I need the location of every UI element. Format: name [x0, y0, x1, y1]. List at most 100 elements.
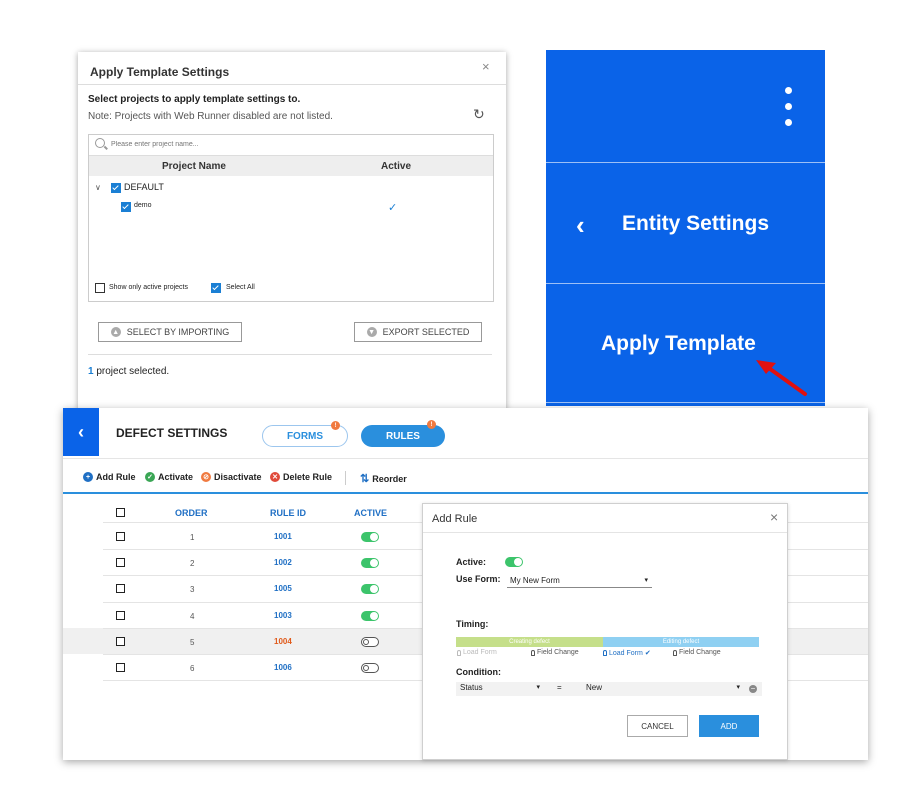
row-checkbox[interactable] [116, 637, 125, 646]
row-rule-id[interactable]: 1001 [274, 532, 292, 541]
chevron-down-icon[interactable]: ∨ [95, 183, 101, 192]
project-search-input[interactable] [111, 138, 481, 151]
tab-forms-label: FORMS [286, 430, 324, 442]
menu-item-apply-template[interactable]: Apply Template [601, 332, 756, 356]
plus-icon: + [83, 472, 93, 482]
dialog-note: Note: Projects with Web Runner disabled … [88, 111, 333, 122]
creating-defect-segment: Creating defect [456, 637, 603, 647]
row-rule-id[interactable]: 1006 [274, 663, 292, 672]
more-options-dot [785, 119, 792, 126]
delete-rule-label: Delete Rule [283, 472, 333, 482]
row-order: 2 [190, 559, 195, 568]
active-toggle[interactable] [361, 663, 379, 673]
select-by-importing-button[interactable]: ▲ SELECT BY IMPORTING [98, 322, 242, 342]
tab-rules[interactable]: RULES ! [361, 420, 445, 447]
menu-divider [546, 402, 825, 403]
active-toggle[interactable] [361, 584, 379, 594]
divider [423, 532, 787, 533]
row-rule-id[interactable]: 1002 [274, 558, 292, 567]
active-toggle[interactable] [505, 557, 523, 567]
timing-item-label: Load Form [463, 649, 497, 656]
active-toggle[interactable] [361, 532, 379, 542]
active-toggle[interactable] [361, 558, 379, 568]
cancel-button[interactable]: CANCEL [627, 715, 688, 737]
row-order: 3 [190, 585, 195, 594]
disactivate-button[interactable]: ⊘ Disactivate [201, 472, 262, 482]
row-rule-id[interactable]: 1005 [274, 584, 292, 593]
row-checkbox[interactable] [116, 663, 125, 672]
tree-item-demo: demo [134, 202, 152, 209]
condition-value-select[interactable]: New ▾ [586, 683, 744, 695]
project-list: Project Name Active ∨ DEFAULT demo ✓ Sho… [88, 134, 494, 302]
divider [78, 84, 506, 85]
select-all-checkbox[interactable] [211, 283, 221, 293]
row-rule-id[interactable]: 1003 [274, 611, 292, 620]
back-chevron-icon[interactable]: ‹ [576, 210, 585, 241]
add-rule-label: Add Rule [96, 472, 136, 482]
more-options-icon[interactable] [785, 87, 792, 94]
divider [88, 354, 492, 355]
condition-value: New [586, 683, 603, 692]
timing-label: Timing: [456, 619, 489, 629]
row-checkbox[interactable] [116, 558, 125, 567]
add-button[interactable]: ADD [699, 715, 759, 737]
export-selected-label: EXPORT SELECTED [382, 327, 470, 337]
apply-template-dialog: Apply Template Settings × Select project… [78, 52, 506, 412]
condition-field-value: Status [460, 683, 483, 692]
menu-item-entity-settings[interactable]: Entity Settings [622, 212, 769, 236]
condition-row: Status ▾ = New ▾ [456, 682, 762, 696]
column-active: Active [381, 161, 412, 172]
bulb-icon [531, 649, 535, 656]
notification-badge: ! [427, 420, 436, 429]
default-checkbox[interactable] [111, 183, 121, 193]
toolbar-separator [345, 471, 346, 485]
delete-rule-button[interactable]: ✕ Delete Rule [270, 472, 332, 482]
caret-down-icon: ▾ [536, 684, 540, 691]
active-toggle[interactable] [361, 637, 379, 647]
show-active-checkbox[interactable] [95, 283, 105, 293]
tab-forms[interactable]: FORMS ! [262, 421, 348, 447]
condition-field-select[interactable]: Status ▾ [460, 683, 544, 695]
dialog-heading: Select projects to apply template settin… [88, 94, 301, 105]
close-icon[interactable]: × [770, 509, 778, 525]
use-form-select[interactable]: My New Form ▾ [507, 576, 652, 588]
show-active-label: Show only active projects [109, 284, 188, 291]
row-order: 1 [190, 533, 195, 542]
select-all-rules-checkbox[interactable] [116, 508, 125, 517]
selected-count-text: 1 project selected. [88, 366, 169, 377]
page-title: DEFECT SETTINGS [116, 426, 228, 440]
reorder-icon: ⇅ [360, 473, 370, 485]
activate-button[interactable]: ✓ Activate [145, 472, 193, 482]
export-selected-button[interactable]: ▼ EXPORT SELECTED [354, 322, 482, 342]
select-all-label: Select All [226, 284, 255, 291]
timing-load-form-edit[interactable]: Load Form ✔ [603, 649, 651, 657]
toolbar-underline [63, 492, 868, 494]
row-checkbox[interactable] [116, 611, 125, 620]
active-check-icon: ✓ [388, 202, 398, 214]
bulb-icon [673, 649, 677, 656]
reorder-button[interactable]: ⇅ Reorder [360, 472, 407, 485]
row-checkbox[interactable] [116, 584, 125, 593]
red-arrow-annotation [756, 360, 807, 396]
add-rule-button[interactable]: + Add Rule [83, 472, 136, 482]
back-button[interactable]: ‹ [63, 408, 99, 456]
table-header: Project Name Active [89, 156, 493, 176]
use-form-label: Use Form: [456, 574, 501, 584]
close-icon[interactable]: × [482, 59, 490, 74]
timing-field-change-create[interactable]: Field Change [531, 649, 579, 656]
timing-load-form-create[interactable]: Load Form [457, 649, 497, 656]
row-rule-id[interactable]: 1004 [274, 637, 292, 646]
refresh-icon[interactable]: ↻ [473, 106, 485, 123]
dialog-title: Add Rule [432, 513, 478, 525]
timing-field-change-edit[interactable]: Field Change [673, 649, 721, 656]
active-toggle[interactable] [361, 611, 379, 621]
remove-condition-icon[interactable]: − [749, 685, 757, 693]
row-checkbox[interactable] [116, 532, 125, 541]
condition-operator[interactable]: = [557, 683, 562, 692]
demo-checkbox[interactable] [121, 202, 131, 212]
more-options-dot [785, 103, 792, 110]
download-icon: ▼ [366, 327, 377, 337]
add-rule-dialog: Add Rule × Active: Use Form: My New Form… [422, 503, 788, 760]
column-project-name: Project Name [162, 161, 226, 172]
bulb-icon [457, 649, 461, 656]
